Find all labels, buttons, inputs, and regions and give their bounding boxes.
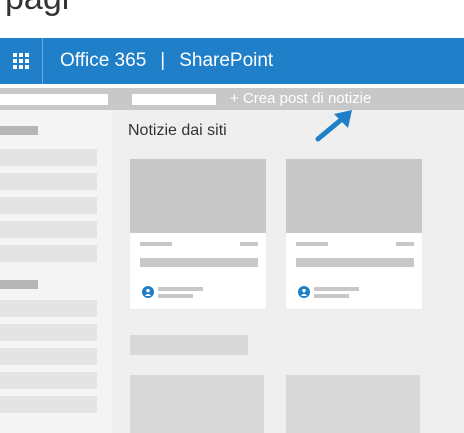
nav-item[interactable] bbox=[0, 197, 97, 214]
suite-title: Office 365 | SharePoint bbox=[60, 38, 273, 84]
news-card-title bbox=[140, 258, 258, 267]
office-365-link[interactable]: Office 365 bbox=[60, 50, 146, 71]
left-navigation bbox=[0, 110, 112, 433]
page-heading-partial: pagi bbox=[5, 0, 69, 22]
command-placeholder bbox=[0, 94, 108, 105]
nav-item[interactable] bbox=[0, 300, 97, 317]
nav-item[interactable] bbox=[0, 149, 97, 166]
news-card-meta bbox=[140, 242, 172, 246]
suite-bar-divider bbox=[42, 38, 43, 84]
suite-bar: Office 365 | SharePoint bbox=[0, 38, 464, 84]
section-placeholder bbox=[130, 335, 248, 355]
nav-item[interactable] bbox=[0, 173, 97, 190]
news-card-title bbox=[296, 258, 414, 267]
sharepoint-link[interactable]: SharePoint bbox=[179, 50, 273, 71]
news-card[interactable] bbox=[130, 159, 266, 309]
command-placeholder bbox=[132, 94, 216, 105]
nav-item[interactable] bbox=[0, 372, 97, 389]
person-icon bbox=[298, 286, 310, 298]
content-card-placeholder[interactable] bbox=[286, 375, 420, 433]
news-card-author bbox=[158, 287, 203, 291]
nav-item[interactable] bbox=[0, 396, 97, 413]
news-card-author bbox=[314, 287, 359, 291]
nav-section-heading bbox=[0, 126, 38, 135]
title-separator: | bbox=[160, 50, 166, 71]
news-card[interactable] bbox=[286, 159, 422, 309]
news-card-date bbox=[314, 294, 349, 298]
nav-section-heading bbox=[0, 280, 38, 289]
content-card-placeholder[interactable] bbox=[130, 375, 264, 433]
news-card-meta bbox=[396, 242, 414, 246]
create-news-post-button[interactable]: + Crea post di notizie bbox=[230, 88, 371, 110]
section-title: Notizie dai siti bbox=[128, 122, 227, 139]
person-icon bbox=[142, 286, 154, 298]
news-card-meta bbox=[296, 242, 328, 246]
app-launcher-button[interactable] bbox=[0, 38, 42, 84]
news-card-date bbox=[158, 294, 193, 298]
nav-item[interactable] bbox=[0, 245, 97, 262]
command-bar: + Crea post di notizie bbox=[0, 88, 464, 110]
nav-item[interactable] bbox=[0, 348, 97, 365]
news-card-image bbox=[286, 159, 422, 233]
nav-item[interactable] bbox=[0, 324, 97, 341]
waffle-icon bbox=[13, 53, 29, 69]
arrow-icon bbox=[315, 110, 352, 142]
news-card-meta bbox=[240, 242, 258, 246]
nav-item[interactable] bbox=[0, 221, 97, 238]
news-card-image bbox=[130, 159, 266, 233]
